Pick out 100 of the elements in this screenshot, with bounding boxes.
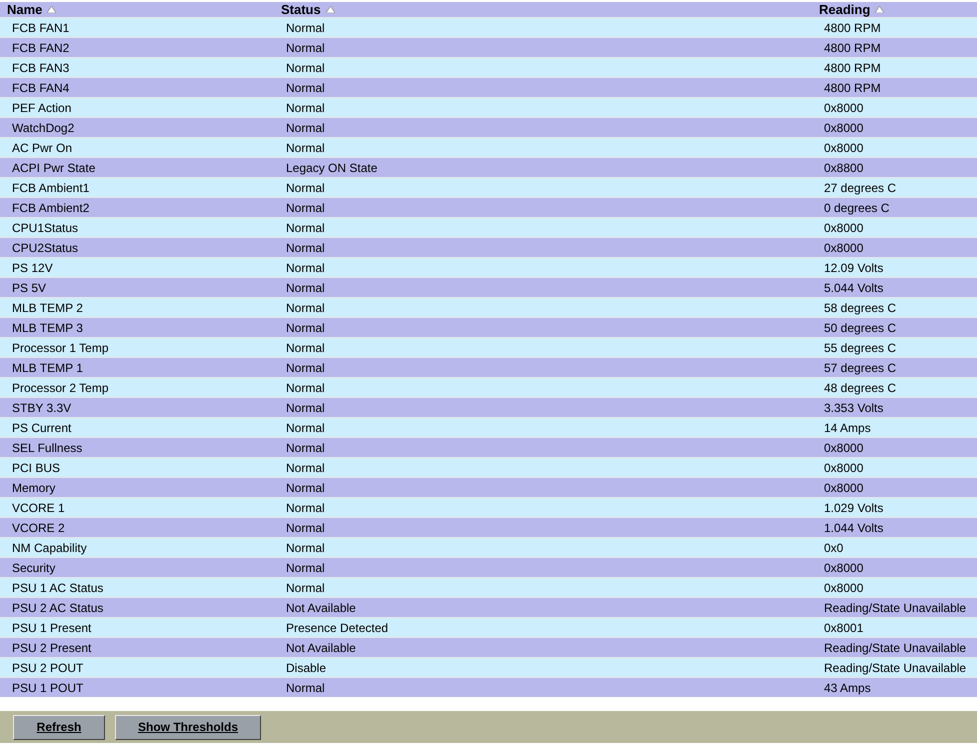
table-cell: 27 degrees C: [824, 180, 896, 194]
table-cell: Normal: [286, 460, 325, 474]
table-cell: Normal: [286, 260, 325, 274]
table-cell: 0x0: [824, 540, 844, 554]
table-cell: 57 degrees C: [824, 360, 896, 374]
column-header[interactable]: Status: [281, 2, 321, 17]
table-cell: Normal: [286, 180, 325, 194]
table-cell: 14 Amps: [824, 420, 871, 434]
table-cell: NM Capability: [12, 540, 87, 554]
table-cell: Normal: [286, 380, 325, 394]
refresh-button[interactable]: Refresh: [13, 714, 105, 740]
table-cell: 55 degrees C: [824, 340, 896, 354]
table-cell: Not Available: [286, 640, 356, 654]
table-cell: Reading/State Unavailable: [824, 640, 966, 654]
table-cell: Normal: [286, 80, 325, 94]
table-cell: Normal: [286, 120, 325, 134]
column-header[interactable]: Name: [7, 2, 42, 17]
table-cell: Normal: [286, 420, 325, 434]
table-cell: Normal: [286, 680, 325, 694]
table-cell: 1.044 Volts: [824, 520, 884, 534]
table-cell: Normal: [286, 140, 325, 154]
table-cell: 0x8000: [824, 220, 864, 234]
show-thresholds-button[interactable]: Show Thresholds: [115, 714, 261, 740]
table-cell: FCB FAN1: [12, 20, 70, 34]
table-cell: PEF Action: [12, 100, 72, 114]
table-cell: MLB TEMP 1: [12, 360, 83, 374]
table-cell: Normal: [286, 240, 325, 254]
table-cell: 3.353 Volts: [824, 400, 884, 414]
table-cell: Normal: [286, 560, 325, 574]
table-cell: FCB FAN3: [12, 60, 70, 74]
table-cell: Normal: [286, 400, 325, 414]
table-cell: 0x8001: [824, 620, 864, 634]
table-cell: WatchDog2: [12, 120, 74, 134]
table-cell: 50 degrees C: [824, 320, 896, 334]
table-cell: FCB FAN2: [12, 40, 70, 54]
table-cell: Normal: [286, 520, 325, 534]
table-cell: Presence Detected: [286, 620, 388, 634]
table-cell: PSU 1 Present: [12, 620, 92, 634]
table-cell: Normal: [286, 200, 325, 214]
table-cell: 12.09 Volts: [824, 260, 884, 274]
table-cell: Normal: [286, 60, 325, 74]
table-cell: FCB FAN4: [12, 80, 70, 94]
table-cell: Legacy ON State: [286, 160, 378, 174]
table-cell: 0x8800: [824, 160, 864, 174]
table-cell: FCB Ambient2: [12, 200, 90, 214]
table-cell: PSU 1 POUT: [12, 680, 84, 694]
table-cell: 4800 RPM: [824, 60, 881, 74]
table-cell: 4800 RPM: [824, 20, 881, 34]
table-cell: Reading/State Unavailable: [824, 660, 966, 674]
table-cell: PSU 2 POUT: [12, 660, 84, 674]
table-cell: Reading/State Unavailable: [824, 600, 966, 614]
table-cell: Normal: [286, 480, 325, 494]
table-cell: Normal: [286, 220, 325, 234]
table-cell: FCB Ambient1: [12, 180, 90, 194]
table-cell: Processor 2 Temp: [12, 380, 108, 394]
table-cell: PSU 1 AC Status: [12, 580, 104, 594]
table-cell: Normal: [286, 280, 325, 294]
table-cell: Disable: [286, 660, 326, 674]
table-cell: 4800 RPM: [824, 40, 881, 54]
table-cell: SEL Fullness: [12, 440, 82, 454]
table-cell: Normal: [286, 100, 325, 114]
table-cell: 0x8000: [824, 480, 864, 494]
table-cell: Processor 1 Temp: [12, 340, 108, 354]
table-cell: MLB TEMP 2: [12, 300, 83, 314]
table-cell: VCORE 2: [12, 520, 65, 534]
column-header[interactable]: Reading: [819, 2, 870, 17]
table-cell: 0x8000: [824, 440, 864, 454]
table-cell: Normal: [286, 20, 325, 34]
table-cell: Normal: [286, 500, 325, 514]
table-cell: Normal: [286, 580, 325, 594]
table-cell: CPU1Status: [12, 220, 78, 234]
table-cell: Not Available: [286, 600, 356, 614]
table-cell: 0x8000: [824, 560, 864, 574]
table-cell: 0x8000: [824, 120, 864, 134]
table-cell: Normal: [286, 340, 325, 354]
table-cell: Normal: [286, 320, 325, 334]
table-cell: 1.029 Volts: [824, 500, 884, 514]
table-cell: 0x8000: [824, 240, 864, 254]
table-cell: Normal: [286, 360, 325, 374]
table-cell: AC Pwr On: [12, 140, 72, 154]
table-cell: PS 5V: [12, 280, 46, 294]
table-cell: 0x8000: [824, 460, 864, 474]
table-cell: PS Current: [12, 420, 72, 434]
table-cell: 0x8000: [824, 100, 864, 114]
table-cell: VCORE 1: [12, 500, 65, 514]
table-cell: 5.044 Volts: [824, 280, 884, 294]
table-cell: 0 degrees C: [824, 200, 890, 214]
table-cell: Normal: [286, 40, 325, 54]
table-cell: 58 degrees C: [824, 300, 896, 314]
table-cell: Security: [12, 560, 56, 574]
table-cell: 48 degrees C: [824, 380, 896, 394]
table-cell: 0x8000: [824, 580, 864, 594]
table-cell: 43 Amps: [824, 680, 871, 694]
table-cell: CPU2Status: [12, 240, 78, 254]
table-cell: PSU 2 AC Status: [12, 600, 104, 614]
table-cell: PCI BUS: [12, 460, 60, 474]
table-cell: ACPI Pwr State: [12, 160, 96, 174]
table-cell: 0x8000: [824, 140, 864, 154]
table-cell: PS 12V: [12, 260, 53, 274]
table-cell: MLB TEMP 3: [12, 320, 83, 334]
